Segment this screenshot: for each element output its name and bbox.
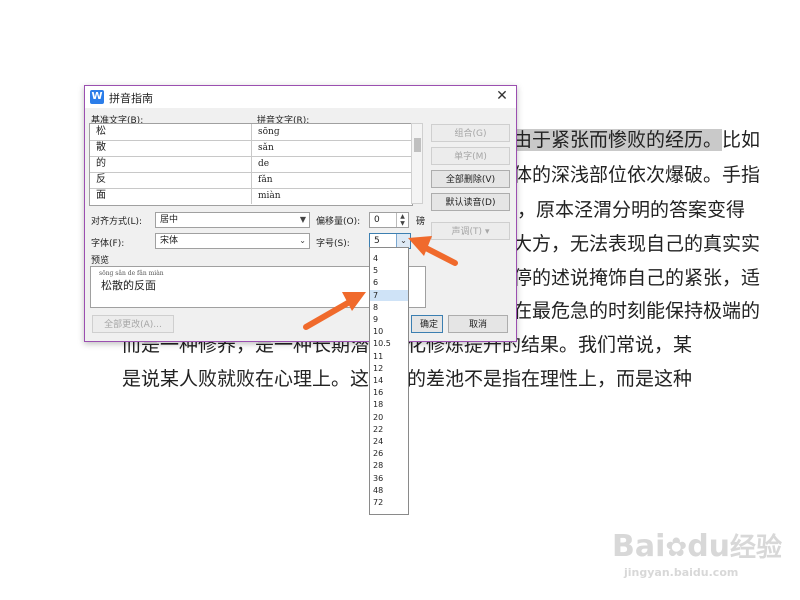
paw-icon: ✿ xyxy=(665,533,688,563)
watermark-url: jingyan.baidu.com xyxy=(624,566,739,579)
arrow-to-size-box xyxy=(408,236,458,266)
arrow-to-size-option xyxy=(303,292,366,330)
baidu-watermark: Bai✿du经验 xyxy=(612,529,783,564)
annotation-arrows xyxy=(303,236,458,330)
